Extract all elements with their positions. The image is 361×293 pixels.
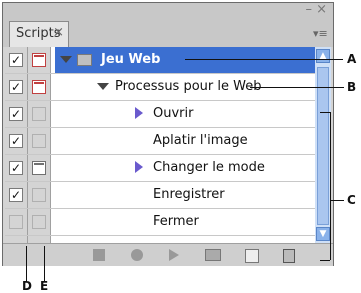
row-label: Jeu Web bbox=[101, 52, 161, 67]
trash-icon[interactable] bbox=[283, 249, 295, 263]
row-label: Fermer bbox=[153, 214, 199, 229]
close-icon[interactable]: × bbox=[53, 25, 64, 40]
list-item[interactable]: ✓ Ouvrir bbox=[5, 101, 331, 128]
row-label: Enregistrer bbox=[153, 187, 225, 202]
callout-c-bracket-bottom bbox=[320, 260, 330, 261]
actions-list: ✓ Jeu Web ✓ Processus pour le Web ✓ Ouvr… bbox=[5, 47, 331, 243]
record-icon[interactable] bbox=[131, 249, 143, 261]
callout-d-line bbox=[26, 246, 27, 282]
callout-a: A bbox=[347, 52, 357, 66]
row-label: Processus pour le Web bbox=[115, 79, 262, 94]
toggle-checkbox[interactable] bbox=[9, 215, 23, 229]
folder-icon[interactable] bbox=[205, 249, 221, 261]
panel-menu-icon[interactable]: ▾≡ bbox=[313, 27, 328, 41]
dialog-toggle-icon[interactable] bbox=[32, 161, 46, 175]
window-controls[interactable]: – × bbox=[305, 3, 327, 16]
toggle-checkbox[interactable]: ✓ bbox=[9, 80, 23, 94]
selection-highlight bbox=[55, 47, 315, 73]
list-item[interactable]: ✓ Jeu Web bbox=[5, 47, 331, 74]
toggle-checkbox[interactable]: ✓ bbox=[9, 134, 23, 148]
play-icon[interactable] bbox=[169, 249, 179, 261]
scroll-thumb[interactable] bbox=[317, 67, 329, 225]
callout-c-line bbox=[330, 200, 344, 201]
panel-titlebar: Scripts × – × ▾≡ bbox=[3, 3, 333, 47]
dialog-toggle-icon[interactable] bbox=[32, 107, 46, 121]
dialog-toggle-icon[interactable] bbox=[32, 134, 46, 148]
scripts-panel: Scripts × – × ▾≡ ✓ Jeu Web ✓ Processus p… bbox=[2, 2, 334, 266]
toggle-checkbox[interactable]: ✓ bbox=[9, 161, 23, 175]
callout-b-line bbox=[250, 87, 344, 88]
row-label: Aplatir l'image bbox=[153, 133, 248, 148]
new-action-icon[interactable] bbox=[245, 249, 259, 263]
dialog-toggle-icon[interactable] bbox=[32, 215, 46, 229]
stop-icon[interactable] bbox=[93, 249, 105, 261]
dialog-toggle-icon[interactable] bbox=[32, 188, 46, 202]
folder-icon bbox=[77, 54, 92, 66]
toggle-checkbox[interactable]: ✓ bbox=[9, 188, 23, 202]
dialog-toggle-icon[interactable] bbox=[32, 80, 46, 94]
actions-toolbar bbox=[3, 243, 333, 266]
callout-e-line bbox=[44, 246, 45, 282]
list-item[interactable]: ✓ Aplatir l'image bbox=[5, 128, 331, 155]
scrollbar[interactable]: ▲ ▼ bbox=[315, 47, 331, 243]
toggle-checkbox[interactable]: ✓ bbox=[9, 53, 23, 67]
row-label: Changer le mode bbox=[153, 160, 265, 175]
toggle-checkbox[interactable]: ✓ bbox=[9, 107, 23, 121]
expand-triangle-icon[interactable] bbox=[135, 107, 143, 119]
callout-c: C bbox=[347, 193, 356, 207]
callout-a-line bbox=[185, 59, 343, 60]
expand-triangle-icon[interactable] bbox=[135, 161, 143, 173]
list-item[interactable]: ✓ Changer le mode bbox=[5, 155, 331, 182]
expand-triangle-icon[interactable] bbox=[60, 56, 72, 63]
scroll-down-button[interactable]: ▼ bbox=[316, 227, 330, 241]
callout-c-bracket-top bbox=[320, 112, 330, 113]
row-label: Ouvrir bbox=[153, 106, 194, 121]
list-item[interactable]: ✓ Enregistrer bbox=[5, 182, 331, 209]
callout-c-bracket bbox=[330, 112, 331, 260]
dialog-toggle-icon[interactable] bbox=[32, 53, 46, 67]
expand-triangle-icon[interactable] bbox=[97, 83, 109, 90]
callout-b: B bbox=[347, 80, 357, 94]
scroll-up-button[interactable]: ▲ bbox=[316, 49, 330, 63]
list-item[interactable]: Fermer bbox=[5, 209, 331, 236]
tab-scripts[interactable]: Scripts × bbox=[9, 21, 69, 47]
